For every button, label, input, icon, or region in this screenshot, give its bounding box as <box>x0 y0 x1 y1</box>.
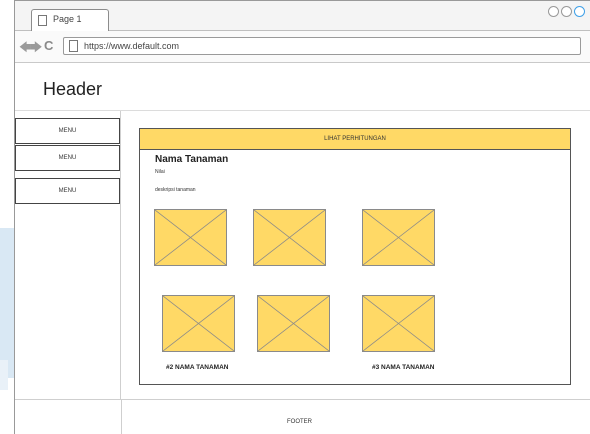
page-icon <box>69 40 78 52</box>
plant-description: deskripsi tanaman <box>155 187 196 193</box>
image-placeholder[interactable] <box>154 209 227 266</box>
footer-text: FOOTER <box>287 419 312 425</box>
edge-decoration <box>0 360 8 390</box>
plant-caption: #2 NAMA TANAMAN <box>166 364 229 371</box>
image-placeholder[interactable] <box>253 209 326 266</box>
image-placeholder[interactable] <box>362 295 435 352</box>
sidebar: MENU MENU MENU <box>15 111 121 399</box>
browser-window: Page 1 🡄 🡆 C https://www.default.com Hea… <box>14 0 590 434</box>
menu-button[interactable]: MENU <box>15 145 120 171</box>
plant-name: Nama Tanaman <box>155 154 229 165</box>
menu-button[interactable]: MENU <box>15 118 120 144</box>
page-icon <box>38 15 47 26</box>
menu-button[interactable]: MENU <box>15 178 120 204</box>
browser-tab[interactable]: Page 1 <box>31 9 109 31</box>
url-text: https://www.default.com <box>84 41 180 51</box>
reload-icon[interactable]: C <box>44 39 53 53</box>
forward-arrow-icon[interactable]: 🡆 <box>30 41 42 53</box>
header-title: Header <box>43 79 103 99</box>
edge-decoration <box>0 228 14 378</box>
address-bar[interactable]: https://www.default.com <box>63 37 581 55</box>
image-placeholder[interactable] <box>362 209 435 266</box>
page-header: Header <box>15 63 590 111</box>
tab-label: Page 1 <box>53 14 82 24</box>
image-placeholder[interactable] <box>257 295 330 352</box>
image-placeholder[interactable] <box>162 295 235 352</box>
tab-bar: Page 1 <box>15 1 590 31</box>
window-controls <box>548 6 585 17</box>
minimize-icon[interactable] <box>548 6 559 17</box>
calculation-button[interactable]: LIHAT PERHITUNGAN <box>140 129 570 150</box>
plant-caption: #3 NAMA TANAMAN <box>372 364 435 371</box>
close-icon[interactable] <box>574 6 585 17</box>
footer-divider <box>121 400 122 434</box>
navigation-bar: 🡄 🡆 C https://www.default.com <box>15 31 590 63</box>
maximize-icon[interactable] <box>561 6 572 17</box>
plant-value: Nilai <box>155 169 165 175</box>
page-footer: FOOTER <box>15 399 590 434</box>
content-panel: LIHAT PERHITUNGAN Nama Tanaman Nilai des… <box>139 128 571 385</box>
